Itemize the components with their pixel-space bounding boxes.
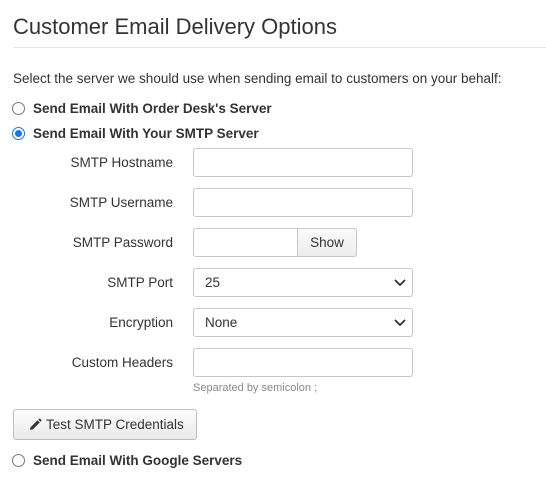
smtp-port-select[interactable]: 25 (193, 268, 413, 297)
page-title: Customer Email Delivery Options (13, 14, 337, 39)
smtp-radio[interactable] (12, 126, 25, 140)
smtp-hostname-label: SMTP Hostname (70, 155, 173, 170)
smtp-password-label: SMTP Password (72, 235, 173, 250)
encryption-value: None (205, 315, 238, 330)
test-smtp-credentials-label: Test SMTP Credentials (46, 417, 184, 432)
smtp-password-input[interactable] (193, 228, 298, 257)
title-divider (13, 47, 546, 48)
chevron-down-icon (394, 319, 406, 326)
option-smtp-server[interactable]: Send Email With Your SMTP Server (12, 124, 259, 142)
option-orderdesk-server[interactable]: Send Email With Order Desk's Server (12, 99, 272, 117)
smtp-username-input[interactable] (193, 188, 413, 217)
smtp-radio-label: Send Email With Your SMTP Server (33, 125, 259, 141)
pencil-icon (30, 418, 42, 430)
orderdesk-radio[interactable] (12, 101, 25, 115)
smtp-port-value: 25 (205, 275, 221, 290)
intro-text: Select the server we should use when sen… (13, 71, 502, 86)
smtp-port-label: SMTP Port (107, 275, 173, 290)
test-smtp-credentials-button[interactable]: Test SMTP Credentials (13, 409, 197, 440)
option-google-servers[interactable]: Send Email With Google Servers (12, 451, 242, 469)
custom-headers-label: Custom Headers (71, 355, 173, 370)
google-radio-label: Send Email With Google Servers (33, 452, 243, 468)
chevron-down-icon (394, 279, 406, 286)
smtp-username-label: SMTP Username (69, 195, 173, 210)
custom-headers-input[interactable] (193, 348, 413, 377)
orderdesk-radio-label: Send Email With Order Desk's Server (33, 100, 272, 116)
smtp-hostname-input[interactable] (193, 148, 413, 177)
google-radio[interactable] (12, 453, 25, 467)
custom-headers-hint: Separated by semicolon ; (193, 382, 318, 394)
show-password-button[interactable]: Show (297, 228, 357, 257)
encryption-label: Encryption (109, 315, 173, 330)
encryption-select[interactable]: None (193, 308, 413, 337)
